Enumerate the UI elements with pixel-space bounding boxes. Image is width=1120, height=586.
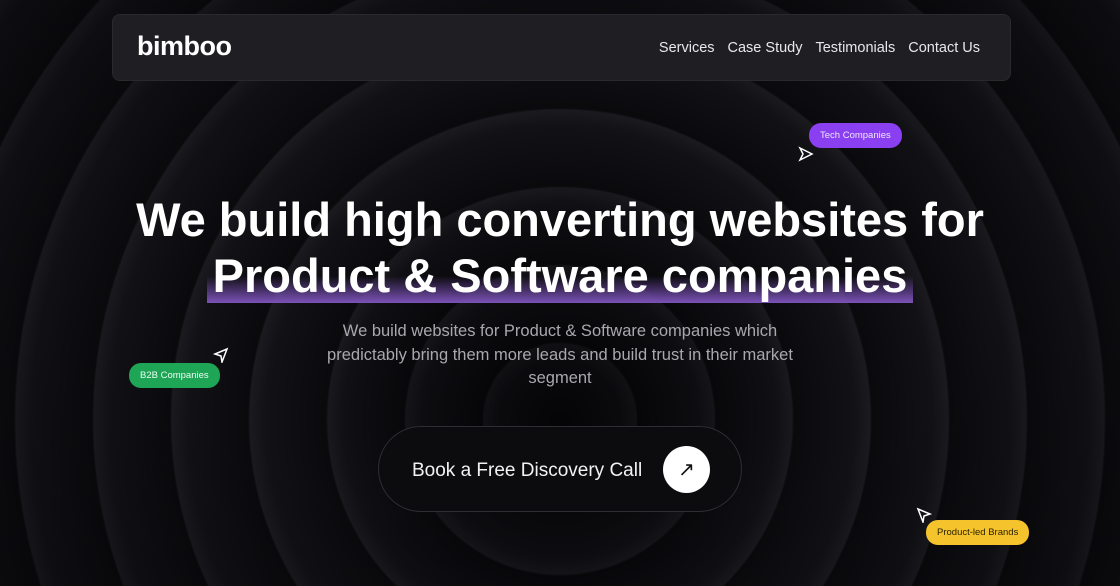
logo[interactable]: bimboo (137, 31, 232, 62)
cta-label: Book a Free Discovery Call (412, 460, 643, 481)
tag-b2b-companies: B2B Companies (129, 363, 220, 388)
arrow-up-right-icon: ↗ (663, 446, 710, 493)
hero-subtitle: We build websites for Product & Software… (327, 322, 793, 387)
hero-title-highlight: Product & Software companies (206, 249, 914, 303)
cursor-icon (916, 507, 932, 523)
cursor-icon (213, 347, 229, 363)
nav-link-services[interactable]: Services (659, 40, 715, 56)
book-discovery-call-button[interactable]: Book a Free Discovery Call ↗ (378, 426, 742, 512)
nav-link-contact-us[interactable]: Contact Us (908, 40, 980, 56)
navbar: bimboo Services Case Study Testimonials … (112, 14, 1011, 81)
cursor-icon (798, 146, 814, 162)
tag-tech-companies: Tech Companies (809, 123, 902, 148)
nav-link-testimonials[interactable]: Testimonials (815, 40, 895, 56)
nav-link-case-study[interactable]: Case Study (728, 40, 803, 56)
tag-product-led-brands: Product-led Brands (926, 520, 1030, 545)
hero-title-line1: We build high converting websites for (136, 193, 984, 246)
